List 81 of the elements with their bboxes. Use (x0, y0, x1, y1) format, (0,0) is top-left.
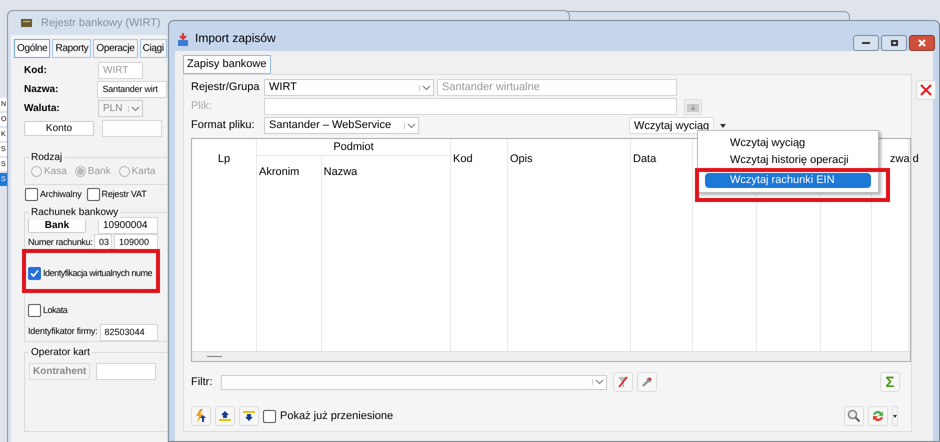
menu-item[interactable]: Wczytaj historię operacji (705, 153, 871, 168)
contractor-field[interactable] (96, 362, 156, 380)
column-header[interactable]: Kod (453, 150, 473, 168)
radio-label: Bank (88, 165, 111, 179)
checkbox-label: Rejestr VAT (102, 188, 146, 201)
radio-label: Karta (132, 165, 156, 179)
download-icon (242, 410, 256, 422)
bank-field[interactable]: 10900004 (98, 216, 158, 234)
radio-label: Kasa (44, 165, 67, 179)
menu-item[interactable]: Wczytaj rachunki EIN (705, 173, 871, 188)
import-button[interactable] (191, 406, 211, 426)
dropdown-arrow-icon[interactable] (720, 124, 726, 128)
register-dropdown[interactable]: WIRT (264, 79, 434, 96)
checkbox[interactable] (25, 188, 38, 202)
tab[interactable]: Operacje (93, 39, 138, 58)
lightning-arrow-icon (194, 409, 208, 423)
menu-item[interactable]: Wczytaj wyciąg (705, 136, 871, 151)
minimize-button[interactable] (853, 35, 879, 51)
load-statement-button[interactable]: Wczytaj wyciąg (629, 117, 714, 134)
checkbox-label: Pokaż już przeniesione (280, 408, 394, 424)
file-format-dropdown[interactable]: Santander – WebService (264, 117, 419, 134)
column-header[interactable]: Opis (510, 150, 533, 168)
close-icon (920, 84, 932, 96)
field-label: Nazwa: (24, 83, 60, 97)
close-button[interactable] (909, 35, 935, 51)
clear-filter-button[interactable] (613, 372, 633, 392)
field-label: Waluta: (24, 102, 61, 116)
upload-button[interactable] (215, 406, 235, 426)
file-field[interactable] (264, 98, 677, 115)
text-field[interactable]: Santander wirt (97, 81, 167, 98)
window-title: Import zapisów (195, 30, 276, 47)
upload-icon (218, 410, 232, 422)
close-icon (918, 39, 926, 47)
maximize-button[interactable] (881, 35, 907, 51)
column-header[interactable]: Data (633, 150, 656, 168)
field-label: Plik: (191, 99, 213, 114)
tab[interactable]: Zapisy bankowe (183, 55, 270, 74)
field-label: Format pliku: (191, 118, 256, 134)
text-field[interactable]: 82503044 (100, 324, 158, 340)
download-button[interactable] (239, 406, 259, 426)
checkbox[interactable] (86, 188, 100, 202)
column-header[interactable]: Lp (218, 150, 230, 168)
column-group-header: Podmiot (333, 140, 374, 155)
group-title: Rachunek bankowy (29, 204, 120, 220)
window-app-icon (20, 18, 33, 28)
tab[interactable]: Ciągi (140, 39, 167, 58)
field-label: Rejestr/Grupa (191, 80, 260, 96)
checkbox[interactable] (263, 410, 276, 422)
refresh-icon (871, 409, 885, 423)
group-title: Rodzaj (29, 150, 64, 165)
chevron-down-icon (422, 84, 431, 90)
column-header[interactable]: Akronim (259, 166, 300, 178)
field-label: Identyfikator firmy: (28, 325, 98, 338)
wrench-icon (641, 376, 653, 388)
column-header[interactable]: Nazwa (324, 166, 358, 178)
checkbox-label: Lokata (43, 304, 68, 316)
tab[interactable]: Raporty (52, 39, 92, 58)
checkbox[interactable] (28, 304, 41, 317)
checkbox-label: Identyfikacja wirtualnych nume (43, 267, 152, 280)
checkbox-label: Archiwalny (40, 188, 82, 201)
horizontal-scrollbar[interactable] (192, 351, 910, 361)
column-header[interactable]: zwa d (890, 150, 919, 168)
search-icon (847, 409, 861, 423)
field-label: Kod: (24, 64, 48, 78)
field-label: Numer rachunku: (28, 236, 92, 249)
chevron-down-icon (595, 379, 604, 385)
refresh-button[interactable] (868, 406, 888, 426)
search-button[interactable] (844, 406, 864, 426)
folder-button[interactable] (684, 98, 702, 114)
checkbox[interactable] (28, 267, 41, 280)
chevron-down-icon (131, 106, 140, 112)
account-button[interactable]: Konto (24, 121, 94, 136)
import-icon (177, 33, 189, 47)
group-title: Operator kart (29, 344, 92, 360)
account-field[interactable] (102, 120, 162, 137)
filter-icon (617, 376, 629, 388)
field-label: Filtr: (191, 374, 214, 390)
tab[interactable]: Ogólne (14, 39, 50, 58)
wrench-button[interactable] (637, 372, 657, 392)
window-title: Rejestr bankowy (WIRT) (41, 16, 161, 31)
chevron-down-icon (407, 122, 416, 128)
